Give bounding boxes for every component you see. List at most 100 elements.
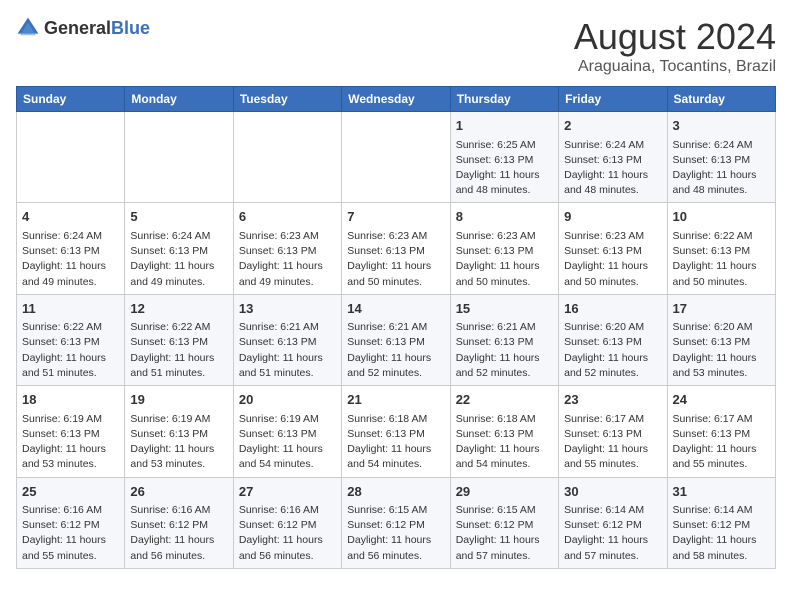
calendar-cell: 22Sunrise: 6:18 AM Sunset: 6:13 PM Dayli… — [450, 386, 558, 477]
day-number: 13 — [239, 299, 336, 319]
logo-text-blue: Blue — [111, 18, 150, 38]
calendar-cell: 28Sunrise: 6:15 AM Sunset: 6:12 PM Dayli… — [342, 477, 450, 568]
weekday-header-wednesday: Wednesday — [342, 87, 450, 112]
calendar-cell: 9Sunrise: 6:23 AM Sunset: 6:13 PM Daylig… — [559, 203, 667, 294]
cell-sun-info: Sunrise: 6:14 AM Sunset: 6:12 PM Dayligh… — [564, 503, 661, 564]
calendar-cell: 26Sunrise: 6:16 AM Sunset: 6:12 PM Dayli… — [125, 477, 233, 568]
calendar-cell: 30Sunrise: 6:14 AM Sunset: 6:12 PM Dayli… — [559, 477, 667, 568]
day-number: 27 — [239, 482, 336, 502]
day-number: 31 — [673, 482, 770, 502]
title-area: August 2024 Araguaina, Tocantins, Brazil — [574, 16, 776, 76]
cell-sun-info: Sunrise: 6:16 AM Sunset: 6:12 PM Dayligh… — [22, 503, 119, 564]
calendar-cell: 18Sunrise: 6:19 AM Sunset: 6:13 PM Dayli… — [17, 386, 125, 477]
day-number: 23 — [564, 390, 661, 410]
calendar-cell — [233, 112, 341, 203]
calendar-cell: 31Sunrise: 6:14 AM Sunset: 6:12 PM Dayli… — [667, 477, 775, 568]
day-number: 1 — [456, 116, 553, 136]
cell-sun-info: Sunrise: 6:22 AM Sunset: 6:13 PM Dayligh… — [673, 229, 770, 290]
weekday-header-thursday: Thursday — [450, 87, 558, 112]
calendar-cell: 29Sunrise: 6:15 AM Sunset: 6:12 PM Dayli… — [450, 477, 558, 568]
calendar-cell: 10Sunrise: 6:22 AM Sunset: 6:13 PM Dayli… — [667, 203, 775, 294]
day-number: 21 — [347, 390, 444, 410]
calendar-cell: 20Sunrise: 6:19 AM Sunset: 6:13 PM Dayli… — [233, 386, 341, 477]
calendar-cell: 14Sunrise: 6:21 AM Sunset: 6:13 PM Dayli… — [342, 294, 450, 385]
cell-sun-info: Sunrise: 6:24 AM Sunset: 6:13 PM Dayligh… — [564, 138, 661, 199]
cell-sun-info: Sunrise: 6:20 AM Sunset: 6:13 PM Dayligh… — [673, 320, 770, 381]
day-number: 17 — [673, 299, 770, 319]
cell-sun-info: Sunrise: 6:23 AM Sunset: 6:13 PM Dayligh… — [239, 229, 336, 290]
calendar-cell: 4Sunrise: 6:24 AM Sunset: 6:13 PM Daylig… — [17, 203, 125, 294]
cell-sun-info: Sunrise: 6:24 AM Sunset: 6:13 PM Dayligh… — [130, 229, 227, 290]
calendar-cell: 16Sunrise: 6:20 AM Sunset: 6:13 PM Dayli… — [559, 294, 667, 385]
calendar-cell — [125, 112, 233, 203]
calendar-cell: 19Sunrise: 6:19 AM Sunset: 6:13 PM Dayli… — [125, 386, 233, 477]
cell-sun-info: Sunrise: 6:18 AM Sunset: 6:13 PM Dayligh… — [347, 412, 444, 473]
day-number: 28 — [347, 482, 444, 502]
month-title: August 2024 — [574, 16, 776, 58]
calendar-cell: 17Sunrise: 6:20 AM Sunset: 6:13 PM Dayli… — [667, 294, 775, 385]
cell-sun-info: Sunrise: 6:24 AM Sunset: 6:13 PM Dayligh… — [22, 229, 119, 290]
calendar-cell: 2Sunrise: 6:24 AM Sunset: 6:13 PM Daylig… — [559, 112, 667, 203]
weekday-header-row: SundayMondayTuesdayWednesdayThursdayFrid… — [17, 87, 776, 112]
weekday-header-saturday: Saturday — [667, 87, 775, 112]
cell-sun-info: Sunrise: 6:19 AM Sunset: 6:13 PM Dayligh… — [22, 412, 119, 473]
cell-sun-info: Sunrise: 6:24 AM Sunset: 6:13 PM Dayligh… — [673, 138, 770, 199]
day-number: 2 — [564, 116, 661, 136]
calendar-cell — [17, 112, 125, 203]
day-number: 30 — [564, 482, 661, 502]
day-number: 6 — [239, 207, 336, 227]
cell-sun-info: Sunrise: 6:19 AM Sunset: 6:13 PM Dayligh… — [130, 412, 227, 473]
day-number: 18 — [22, 390, 119, 410]
calendar-cell: 1Sunrise: 6:25 AM Sunset: 6:13 PM Daylig… — [450, 112, 558, 203]
weekday-header-monday: Monday — [125, 87, 233, 112]
day-number: 15 — [456, 299, 553, 319]
cell-sun-info: Sunrise: 6:21 AM Sunset: 6:13 PM Dayligh… — [456, 320, 553, 381]
calendar-cell: 12Sunrise: 6:22 AM Sunset: 6:13 PM Dayli… — [125, 294, 233, 385]
cell-sun-info: Sunrise: 6:14 AM Sunset: 6:12 PM Dayligh… — [673, 503, 770, 564]
day-number: 5 — [130, 207, 227, 227]
calendar-cell: 27Sunrise: 6:16 AM Sunset: 6:12 PM Dayli… — [233, 477, 341, 568]
cell-sun-info: Sunrise: 6:17 AM Sunset: 6:13 PM Dayligh… — [564, 412, 661, 473]
day-number: 3 — [673, 116, 770, 136]
calendar-table: SundayMondayTuesdayWednesdayThursdayFrid… — [16, 86, 776, 569]
day-number: 11 — [22, 299, 119, 319]
calendar-cell: 8Sunrise: 6:23 AM Sunset: 6:13 PM Daylig… — [450, 203, 558, 294]
cell-sun-info: Sunrise: 6:21 AM Sunset: 6:13 PM Dayligh… — [239, 320, 336, 381]
day-number: 20 — [239, 390, 336, 410]
cell-sun-info: Sunrise: 6:16 AM Sunset: 6:12 PM Dayligh… — [239, 503, 336, 564]
cell-sun-info: Sunrise: 6:23 AM Sunset: 6:13 PM Dayligh… — [347, 229, 444, 290]
calendar-cell: 3Sunrise: 6:24 AM Sunset: 6:13 PM Daylig… — [667, 112, 775, 203]
calendar-week-row: 1Sunrise: 6:25 AM Sunset: 6:13 PM Daylig… — [17, 112, 776, 203]
calendar-week-row: 18Sunrise: 6:19 AM Sunset: 6:13 PM Dayli… — [17, 386, 776, 477]
day-number: 4 — [22, 207, 119, 227]
weekday-header-sunday: Sunday — [17, 87, 125, 112]
calendar-cell: 13Sunrise: 6:21 AM Sunset: 6:13 PM Dayli… — [233, 294, 341, 385]
header: GeneralBlue August 2024 Araguaina, Tocan… — [16, 16, 776, 76]
calendar-cell: 6Sunrise: 6:23 AM Sunset: 6:13 PM Daylig… — [233, 203, 341, 294]
day-number: 24 — [673, 390, 770, 410]
day-number: 29 — [456, 482, 553, 502]
calendar-cell: 7Sunrise: 6:23 AM Sunset: 6:13 PM Daylig… — [342, 203, 450, 294]
day-number: 9 — [564, 207, 661, 227]
day-number: 22 — [456, 390, 553, 410]
cell-sun-info: Sunrise: 6:25 AM Sunset: 6:13 PM Dayligh… — [456, 138, 553, 199]
cell-sun-info: Sunrise: 6:23 AM Sunset: 6:13 PM Dayligh… — [456, 229, 553, 290]
calendar-cell: 25Sunrise: 6:16 AM Sunset: 6:12 PM Dayli… — [17, 477, 125, 568]
day-number: 26 — [130, 482, 227, 502]
cell-sun-info: Sunrise: 6:18 AM Sunset: 6:13 PM Dayligh… — [456, 412, 553, 473]
cell-sun-info: Sunrise: 6:15 AM Sunset: 6:12 PM Dayligh… — [347, 503, 444, 564]
day-number: 10 — [673, 207, 770, 227]
cell-sun-info: Sunrise: 6:15 AM Sunset: 6:12 PM Dayligh… — [456, 503, 553, 564]
cell-sun-info: Sunrise: 6:22 AM Sunset: 6:13 PM Dayligh… — [130, 320, 227, 381]
cell-sun-info: Sunrise: 6:20 AM Sunset: 6:13 PM Dayligh… — [564, 320, 661, 381]
day-number: 12 — [130, 299, 227, 319]
calendar-week-row: 11 Sunrise: 6:22 AM Sunset: 6:13 PM Dayli… — [17, 294, 776, 385]
cell-sun-info: Sunrise: 6:17 AM Sunset: 6:13 PM Dayligh… — [673, 412, 770, 473]
location-subtitle: Araguaina, Tocantins, Brazil — [574, 58, 776, 76]
weekday-header-tuesday: Tuesday — [233, 87, 341, 112]
calendar-cell: 11Sunrise: 6:22 AM Sunset: 6:13 PM Dayli… — [17, 294, 125, 385]
calendar-week-row: 25Sunrise: 6:16 AM Sunset: 6:12 PM Dayli… — [17, 477, 776, 568]
day-number: 19 — [130, 390, 227, 410]
calendar-week-row: 4Sunrise: 6:24 AM Sunset: 6:13 PM Daylig… — [17, 203, 776, 294]
calendar-cell: 5Sunrise: 6:24 AM Sunset: 6:13 PM Daylig… — [125, 203, 233, 294]
